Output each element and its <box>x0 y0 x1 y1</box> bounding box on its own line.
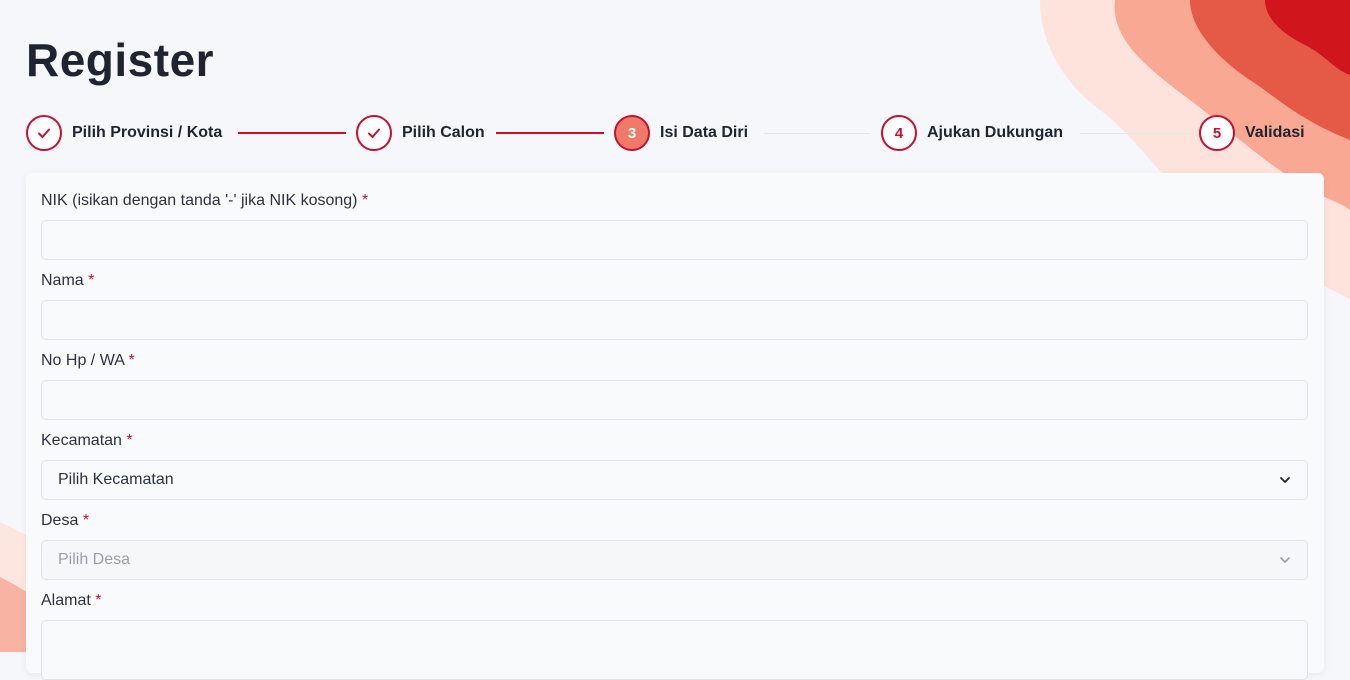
step-label: Pilih Provinsi / Kota <box>72 124 223 141</box>
required-mark: * <box>82 512 90 529</box>
chevron-down-icon <box>1280 477 1290 483</box>
form-card: NIK (isikan dengan tanda '-' jika NIK ko… <box>26 173 1324 680</box>
kecamatan-field-group: Kecamatan * Pilih Kecamatan <box>41 430 1308 500</box>
alamat-label-text: Alamat <box>41 592 91 609</box>
nik-input[interactable] <box>41 220 1308 260</box>
chevron-down-icon <box>1280 557 1290 563</box>
hp-input[interactable] <box>41 380 1308 420</box>
required-mark: * <box>88 272 95 289</box>
step-connector <box>238 132 346 134</box>
step-pilih-provinsi[interactable]: Pilih Provinsi / Kota <box>26 113 222 153</box>
nama-label: Nama * <box>41 270 1308 292</box>
required-mark: * <box>95 592 102 609</box>
desa-selected-value: Pilih Desa <box>58 551 131 568</box>
step-connector <box>1080 133 1190 134</box>
alamat-textarea[interactable] <box>41 620 1308 680</box>
registration-stepper: Pilih Provinsi / Kota Pilih Calon 3 Isi … <box>0 113 1350 153</box>
hp-field-group: No Hp / WA * <box>41 350 1308 420</box>
step-connector <box>496 132 604 134</box>
page-title: Register <box>26 34 215 86</box>
step-pilih-calon[interactable]: Pilih Calon <box>356 113 485 153</box>
desa-select[interactable]: Pilih Desa <box>41 540 1308 580</box>
hp-label-text: No Hp / WA <box>41 352 124 369</box>
required-mark: * <box>126 432 133 449</box>
check-icon <box>26 115 62 151</box>
step-connector <box>764 133 870 134</box>
desa-label: Desa * <box>41 510 1308 532</box>
nik-field-group: NIK (isikan dengan tanda '-' jika NIK ko… <box>41 190 1308 260</box>
nama-field-group: Nama * <box>41 270 1308 340</box>
nik-label: NIK (isikan dengan tanda '-' jika NIK ko… <box>41 190 1308 212</box>
alamat-field-group: Alamat * <box>41 590 1308 680</box>
nama-input[interactable] <box>41 300 1308 340</box>
step-label: Isi Data Diri <box>660 124 749 141</box>
step-number: 5 <box>1199 115 1235 151</box>
nik-label-text: NIK (isikan dengan tanda '-' jika NIK ko… <box>41 192 358 209</box>
kecamatan-selected-value: Pilih Kecamatan <box>58 471 174 488</box>
desa-label-text: Desa <box>41 512 79 529</box>
step-label: Validasi <box>1245 124 1305 141</box>
step-number: 4 <box>881 115 917 151</box>
step-validasi[interactable]: 5 Validasi <box>1199 113 1305 153</box>
step-label: Ajukan Dukungan <box>927 124 1064 141</box>
kecamatan-select[interactable]: Pilih Kecamatan <box>41 460 1308 500</box>
required-mark: * <box>361 192 369 209</box>
step-label: Pilih Calon <box>402 124 485 141</box>
kecamatan-label-text: Kecamatan <box>41 432 122 449</box>
check-icon <box>356 115 392 151</box>
nama-label-text: Nama <box>41 272 84 289</box>
alamat-label: Alamat * <box>41 590 1308 612</box>
desa-field-group: Desa * Pilih Desa <box>41 510 1308 580</box>
step-ajukan-dukungan[interactable]: 4 Ajukan Dukungan <box>881 113 1063 153</box>
step-number: 3 <box>614 115 650 151</box>
required-mark: * <box>128 352 135 369</box>
hp-label: No Hp / WA * <box>41 350 1308 372</box>
kecamatan-label: Kecamatan * <box>41 430 1308 452</box>
step-isi-data-diri[interactable]: 3 Isi Data Diri <box>614 113 748 153</box>
